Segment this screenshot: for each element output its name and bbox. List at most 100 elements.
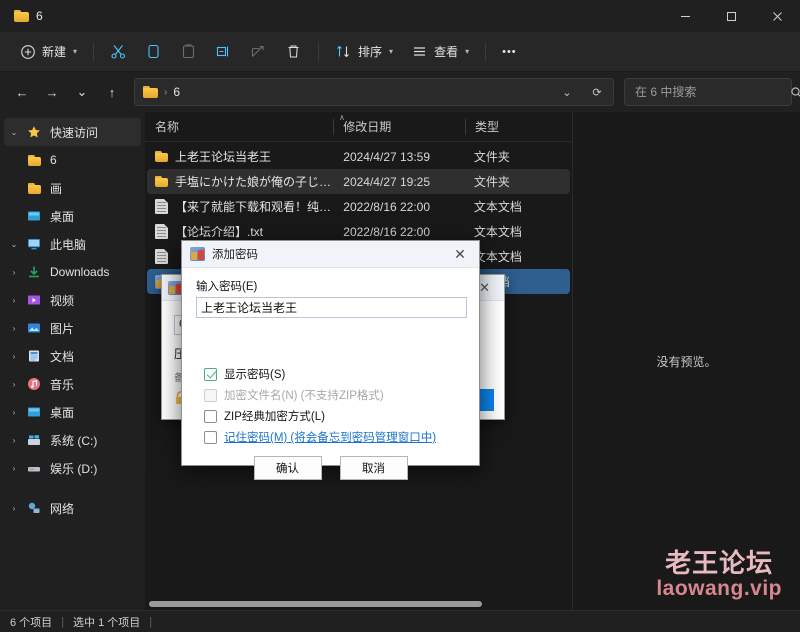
view-button[interactable]: 查看 ▾ (402, 37, 478, 67)
refresh-button[interactable]: ⟳ (585, 80, 609, 104)
rename-button[interactable] (206, 37, 241, 67)
column-header-date[interactable]: 修改日期 (333, 112, 465, 142)
chevron-down-icon[interactable]: ⌄ (4, 128, 24, 137)
address-dropdown-button[interactable]: ⌄ (555, 80, 579, 104)
chevron-right-icon[interactable]: › (4, 268, 24, 277)
show-password-checkbox[interactable]: 显示密码(S) (204, 366, 436, 382)
sidebar-item-this-pc[interactable]: ⌄ 此电脑 (4, 230, 141, 258)
table-row[interactable]: 上老王论坛当老王 2024/4/27 13:59 文件夹 (147, 144, 570, 169)
remember-password-checkbox[interactable]: 记住密码(M) (将会备忘到密码管理窗口中) (204, 429, 436, 445)
chevron-down-icon: ▾ (389, 47, 394, 56)
close-button[interactable] (754, 0, 800, 32)
text-file-icon (155, 224, 168, 239)
scrollbar-thumb[interactable] (149, 601, 483, 607)
watermark-line-1: 老王论坛 (665, 547, 774, 578)
sidebar-item-label: 图片 (50, 321, 75, 336)
horizontal-scrollbar[interactable] (149, 601, 546, 607)
new-button[interactable]: 新建 ▾ (10, 37, 86, 67)
file-name-label: 手塩にかけた娘が俺の子じゃないと判明... (175, 175, 333, 189)
cut-button[interactable] (101, 37, 136, 67)
chevron-right-icon[interactable]: › (4, 436, 24, 445)
desktop-icon (24, 405, 44, 419)
breadcrumb-current[interactable]: 6 (173, 85, 180, 99)
recent-locations-button[interactable]: ⌄ (68, 78, 96, 106)
dialog-checkbox-group: 显示密码(S) 加密文件名(N) (不支持ZIP格式) ZIP经典加密方式(L)… (204, 366, 436, 445)
forward-button[interactable]: → (38, 78, 66, 106)
checkbox-icon[interactable] (204, 388, 217, 402)
file-explorer-window: 6 新建 ▾ 排序 ▾ 查看 ▾ ••• ← → ⌄ ↑ › 6 ⌄ ⟳ 在 6… (0, 0, 800, 632)
sort-indicator-icon: ∧ (339, 113, 345, 122)
sidebar-item-downloads[interactable]: › Downloads (4, 258, 141, 286)
sort-button[interactable]: 排序 ▾ (326, 37, 402, 67)
column-header-name[interactable]: 名称 (145, 112, 333, 142)
chevron-down-icon[interactable]: ⌄ (4, 240, 24, 249)
selected-count-label: 选中 1 个项目 (73, 616, 141, 629)
sidebar-item-folder-6[interactable]: 6 (4, 146, 141, 174)
encrypt-filenames-checkbox[interactable]: 加密文件名(N) (不支持ZIP格式) (204, 387, 436, 403)
table-row[interactable]: 【来了就能下载和观看！纯免费！】.txt 2022/8/16 22:00 文本文… (147, 194, 570, 219)
star-icon (24, 125, 44, 139)
add-password-dialog[interactable]: 添加密码 ✕ 输入密码(E) 显示密码(S) 加密文件名(N) (不支持ZIP格… (181, 240, 480, 480)
sidebar-item-label: 桌面 (50, 209, 75, 224)
window-controls (662, 0, 800, 32)
copy-icon (145, 43, 162, 60)
cancel-button[interactable]: 取消 (339, 456, 408, 480)
view-button-label: 查看 (434, 45, 459, 59)
column-header-type[interactable]: 类型 (464, 112, 572, 142)
more-options-button[interactable]: ••• (493, 37, 526, 67)
paste-button[interactable] (171, 37, 206, 67)
chevron-right-icon[interactable]: › (4, 504, 24, 513)
confirm-button[interactable]: 确认 (253, 456, 322, 480)
minimize-button[interactable] (662, 0, 708, 32)
sidebar-item-pictures[interactable]: › 图片 (4, 314, 141, 342)
back-button[interactable]: ← (8, 78, 36, 106)
chevron-right-icon[interactable]: › (4, 324, 24, 333)
checkbox-label: 记住密码(M) (将会备忘到密码管理窗口中) (224, 432, 437, 444)
documents-icon (24, 349, 44, 363)
sidebar-item-music[interactable]: › 音乐 (4, 370, 141, 398)
status-separator: | (61, 615, 65, 628)
sidebar-item-label: 网络 (50, 501, 75, 516)
file-name-label: 【论坛介绍】.txt (175, 225, 264, 239)
delete-button[interactable] (276, 37, 311, 67)
sidebar-item-drive-d[interactable]: › 娱乐 (D:) (4, 454, 141, 482)
checkbox-icon[interactable] (204, 367, 217, 381)
drive-icon (24, 461, 44, 475)
checkbox-icon[interactable] (204, 409, 217, 423)
sidebar-item-quick-access[interactable]: ⌄ 快速访问 (4, 118, 141, 146)
table-row[interactable]: 手塩にかけた娘が俺の子じゃないと判明... 2024/4/27 19:25 文件… (147, 169, 570, 194)
folder-icon (155, 176, 168, 187)
search-box[interactable] (624, 78, 800, 106)
sidebar-item-desktop-pc[interactable]: › 桌面 (4, 398, 141, 426)
search-input[interactable] (635, 85, 790, 99)
chevron-right-icon[interactable]: › (4, 408, 24, 417)
up-button[interactable]: ↑ (98, 78, 126, 106)
sidebar-item-folder-hua[interactable]: 画 (4, 174, 141, 202)
password-input[interactable] (196, 297, 467, 318)
sidebar-item-label: 此电脑 (50, 237, 87, 252)
window-tab[interactable]: 6 (0, 0, 53, 32)
folder-icon (24, 182, 44, 194)
chevron-right-icon[interactable]: › (4, 380, 24, 389)
maximize-button[interactable] (708, 0, 754, 32)
chevron-down-icon: ▾ (465, 47, 470, 56)
address-path-field[interactable]: › 6 ⌄ ⟳ (134, 78, 614, 106)
chevron-right-icon[interactable]: › (4, 464, 24, 473)
copy-button[interactable] (136, 37, 171, 67)
zip-legacy-encryption-checkbox[interactable]: ZIP经典加密方式(L) (204, 408, 436, 424)
chevron-right-icon[interactable]: › (4, 352, 24, 361)
chevron-right-icon[interactable]: › (4, 296, 24, 305)
file-date-cell: 2024/4/27 19:25 (343, 174, 431, 189)
sidebar-item-network[interactable]: › 网络 (4, 494, 141, 522)
checkbox-label: 加密文件名(N) (不支持ZIP格式) (224, 390, 384, 402)
sidebar-item-label: 娱乐 (D:) (50, 461, 98, 476)
file-name-cell: 【来了就能下载和观看！纯免费！】.txt (147, 198, 333, 215)
sidebar-item-drive-c[interactable]: › 系统 (C:) (4, 426, 141, 454)
sidebar-item-documents[interactable]: › 文档 (4, 342, 141, 370)
sidebar-item-videos[interactable]: › 视频 (4, 286, 141, 314)
share-button[interactable] (241, 37, 276, 67)
checkbox-icon[interactable] (204, 430, 217, 444)
sidebar-item-desktop[interactable]: 桌面 (4, 202, 141, 230)
dialog-close-button[interactable]: ✕ (445, 241, 475, 267)
scissors-icon (110, 43, 127, 60)
